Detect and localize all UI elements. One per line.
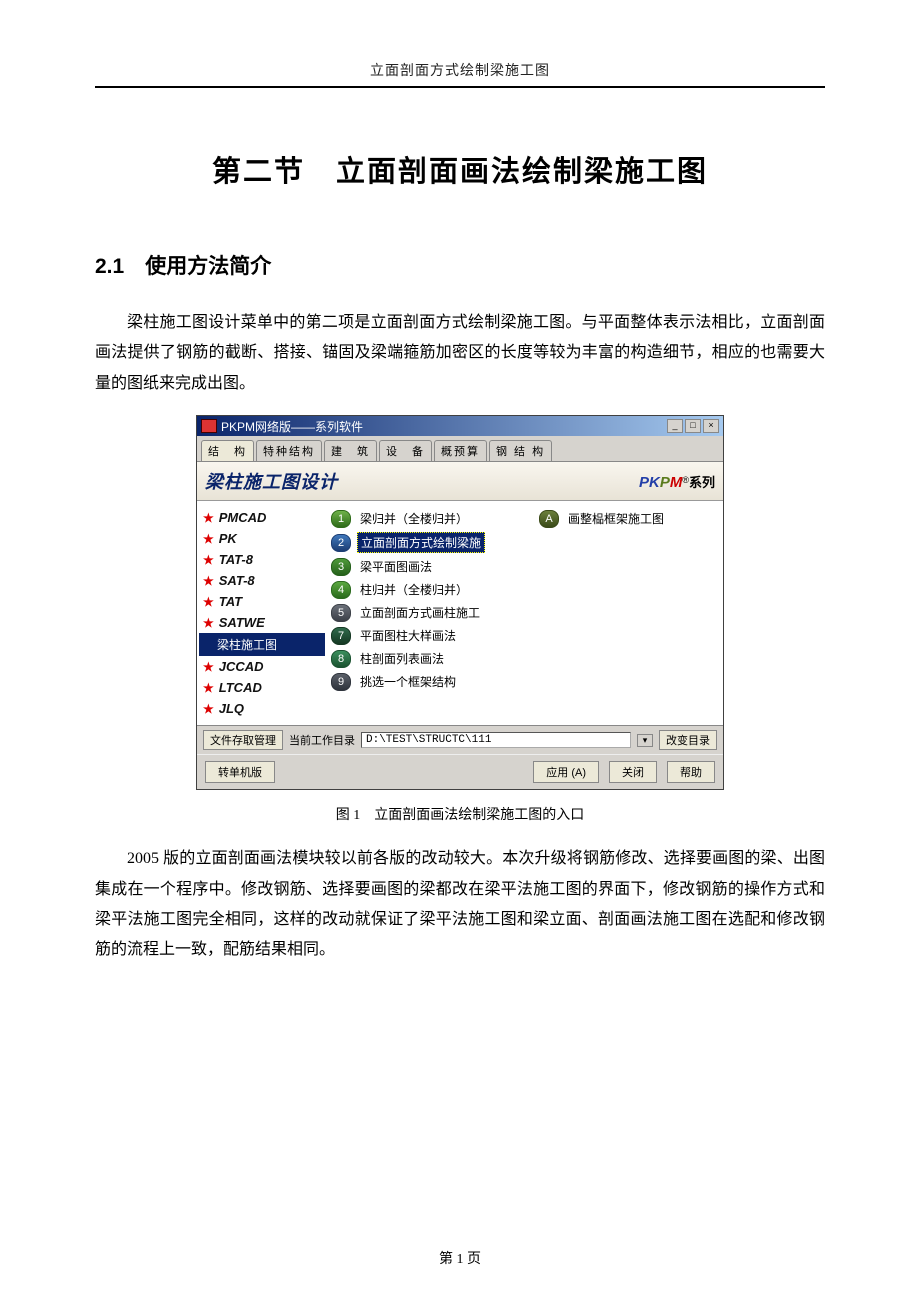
banner-title: 梁柱施工图设计 [205,468,338,494]
single-mode-button[interactable]: 转单机版 [205,761,275,783]
item-label: 画整榀框架施工图 [565,509,667,528]
list-item[interactable]: 1 梁归并（全楼归并） A 画整榀框架施工图 [331,507,719,530]
tab-budget[interactable]: 概预算 [434,440,487,461]
star-icon: ★ [203,553,214,567]
number-badge: 9 [331,673,351,691]
number-badge: 7 [331,627,351,645]
brand-logo: PK P M ® 系列 [639,472,715,491]
file-manage-button[interactable]: 文件存取管理 [203,730,283,750]
item-label: 梁归并（全楼归并） [357,509,533,528]
window-titlebar: PKPM网络版——系列软件 _ □ × [197,416,723,436]
footer-row-1: 文件存取管理 当前工作目录 D:\TEST\STRUCTC\111 ▾ 改变目录 [197,725,723,754]
close-button[interactable]: × [703,419,719,433]
star-icon: ★ [203,681,214,695]
star-icon: ★ [203,574,214,588]
list-item[interactable]: 9 挑选一个框架结构 [331,670,719,693]
workdir-label: 当前工作目录 [289,732,355,748]
list-item[interactable]: 3 梁平面图画法 [331,555,719,578]
sidebar-item-jlq[interactable]: ★JLQ [199,698,325,719]
paragraph-2: 2005 版的立面剖面画法模块较以前各版的改动较大。本次升级将钢筋修改、选择要画… [95,844,825,966]
number-badge: 2 [331,534,351,552]
number-badge: 4 [331,581,351,599]
number-badge: 5 [331,604,351,622]
tab-architecture[interactable]: 建 筑 [324,440,377,461]
figure-1: PKPM网络版——系列软件 _ □ × 结 构 特种结构 建 筑 设 备 概预算… [95,415,825,790]
section-heading: 2.1 使用方法简介 [95,250,825,280]
figure-caption: 图 1 立面剖面画法绘制梁施工图的入口 [95,804,825,824]
star-icon: ★ [203,660,214,674]
page-title: 第二节 立面剖面画法绘制梁施工图 [95,148,825,190]
item-label: 挑选一个框架结构 [357,672,459,691]
tab-steel[interactable]: 钢 结 构 [489,440,552,461]
footer-row-2: 转单机版 应用 (A) 关闭 帮助 [197,754,723,789]
sidebar-item-tat[interactable]: ★TAT [199,591,325,612]
sidebar-item-ltcad[interactable]: ★LTCAD [199,677,325,698]
tab-structure[interactable]: 结 构 [201,440,254,461]
tab-special-structure[interactable]: 特种结构 [256,440,322,461]
item-label: 立面剖面方式绘制梁施 [357,532,485,553]
body-panel: ★PMCAD ★PK ★TAT-8 ★SAT-8 ★TAT ★SATWE 梁柱施… [197,501,723,725]
list-item[interactable]: 8 柱剖面列表画法 [331,647,719,670]
list-item[interactable]: 4 柱归并（全楼归并） [331,578,719,601]
sidebar-item-tat8[interactable]: ★TAT-8 [199,549,325,570]
running-header: 立面剖面方式绘制梁施工图 [95,60,825,88]
number-badge: 3 [331,558,351,576]
minimize-button[interactable]: _ [667,419,683,433]
item-label: 立面剖面方式画柱施工 [357,603,483,622]
dropdown-icon[interactable]: ▾ [637,734,653,747]
window-title: PKPM网络版——系列软件 [221,418,667,435]
sidebar-item-sat8[interactable]: ★SAT-8 [199,570,325,591]
pkpm-window: PKPM网络版——系列软件 _ □ × 结 构 特种结构 建 筑 设 备 概预算… [196,415,724,790]
item-label: 柱归并（全楼归并） [357,580,471,599]
item-label: 梁平面图画法 [357,557,435,576]
number-badge: 1 [331,510,351,528]
sidebar-item-satwe[interactable]: ★SATWE [199,612,325,633]
star-icon: ★ [203,616,214,630]
main-list: 1 梁归并（全楼归并） A 画整榀框架施工图 2 立面剖面方式绘制梁施 3 梁平… [327,501,723,725]
star-icon: ★ [203,702,214,716]
star-icon: ★ [203,511,214,525]
sidebar-item-pmcad[interactable]: ★PMCAD [199,507,325,528]
letter-badge: A [539,510,559,528]
item-label: 平面图柱大样画法 [357,626,459,645]
sidebar-item-pk[interactable]: ★PK [199,528,325,549]
banner: 梁柱施工图设计 PK P M ® 系列 [197,462,723,501]
app-icon [201,419,217,433]
sidebar: ★PMCAD ★PK ★TAT-8 ★SAT-8 ★TAT ★SATWE 梁柱施… [197,501,327,725]
sidebar-item-jccad[interactable]: ★JCCAD [199,656,325,677]
star-icon: ★ [203,532,214,546]
workdir-path: D:\TEST\STRUCTC\111 [361,732,631,748]
number-badge: 8 [331,650,351,668]
change-dir-button[interactable]: 改变目录 [659,730,717,750]
star-icon: ★ [203,595,214,609]
page: 立面剖面方式绘制梁施工图 第二节 立面剖面画法绘制梁施工图 2.1 使用方法简介… [0,0,920,1302]
list-item-selected[interactable]: 2 立面剖面方式绘制梁施 [331,530,719,555]
tab-equipment[interactable]: 设 备 [379,440,432,461]
page-number: 第 1 页 [0,1248,920,1268]
list-item[interactable]: 7 平面图柱大样画法 [331,624,719,647]
tab-row: 结 构 特种结构 建 筑 设 备 概预算 钢 结 构 [197,436,723,462]
paragraph-1: 梁柱施工图设计菜单中的第二项是立面剖面方式绘制梁施工图。与平面整体表示法相比，立… [95,308,825,399]
sidebar-item-beam-column[interactable]: 梁柱施工图 [199,633,325,656]
close-dialog-button[interactable]: 关闭 [609,761,657,783]
window-buttons: _ □ × [667,419,719,433]
apply-button[interactable]: 应用 (A) [533,761,599,783]
item-label: 柱剖面列表画法 [357,649,447,668]
help-button[interactable]: 帮助 [667,761,715,783]
list-item[interactable]: 5 立面剖面方式画柱施工 [331,601,719,624]
maximize-button[interactable]: □ [685,419,701,433]
